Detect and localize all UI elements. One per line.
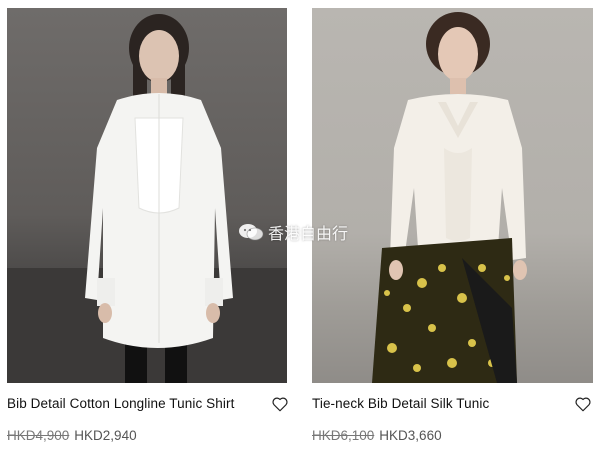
wechat-icon (239, 224, 264, 241)
price-block: HKD6,100 HKD3,660 (312, 428, 442, 443)
product-name[interactable]: Tie-neck Bib Detail Silk Tunic (312, 396, 489, 411)
product-image[interactable] (7, 8, 287, 383)
original-price: HKD4,900 (7, 428, 70, 443)
model-illustration (372, 12, 527, 383)
heart-outline-icon[interactable] (271, 395, 289, 413)
sale-price: HKD2,940 (74, 428, 137, 443)
product-card[interactable] (312, 8, 593, 383)
model-illustration (7, 14, 287, 383)
product-card[interactable] (7, 8, 287, 383)
watermark-text: 香港自由行 (268, 224, 349, 243)
product-name[interactable]: Bib Detail Cotton Longline Tunic Shirt (7, 396, 234, 411)
heart-outline-icon[interactable] (574, 395, 592, 413)
price-block: HKD4,900 HKD2,940 (7, 428, 137, 443)
original-price: HKD6,100 (312, 428, 375, 443)
watermark: 香港自由行 (238, 220, 348, 244)
product-image[interactable] (312, 8, 593, 383)
sale-price: HKD3,660 (379, 428, 442, 443)
